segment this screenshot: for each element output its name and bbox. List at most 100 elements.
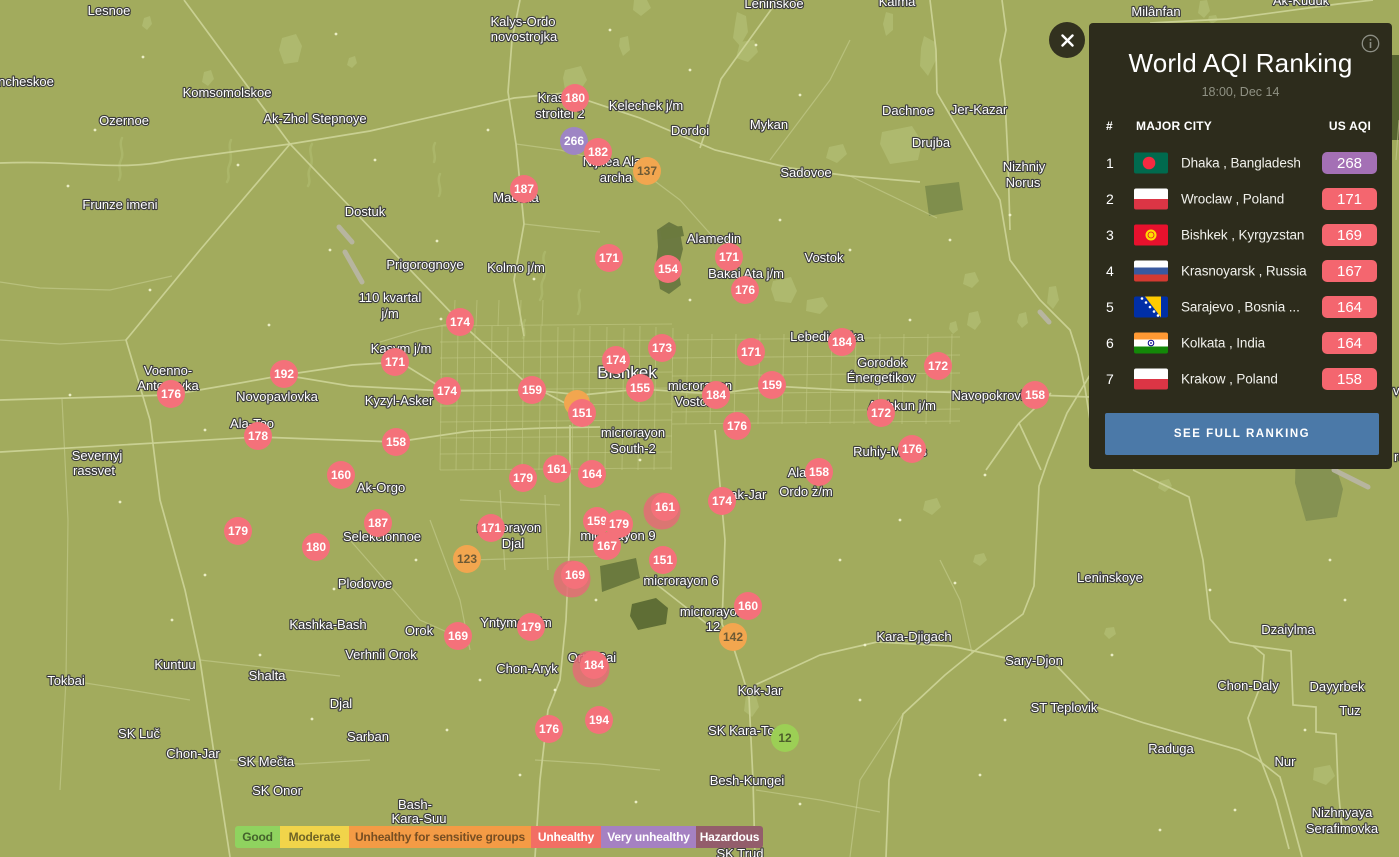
svg-text:ncheskoe: ncheskoe <box>0 74 54 89</box>
svg-text:159: 159 <box>762 378 782 392</box>
svg-text:Sary-Djon: Sary-Djon <box>1005 653 1063 668</box>
svg-text:Leninskoe: Leninskoe <box>744 0 803 11</box>
svg-text:179: 179 <box>228 524 248 538</box>
svg-text:rassvet: rassvet <box>73 463 115 478</box>
svg-text:Kashka-Bash: Kashka-Bash <box>289 617 366 632</box>
svg-text:184: 184 <box>584 658 604 672</box>
svg-text:174: 174 <box>606 353 626 367</box>
svg-text:158: 158 <box>1025 388 1045 402</box>
svg-text:176: 176 <box>161 387 181 401</box>
svg-text:171: 171 <box>385 355 405 369</box>
svg-text:176: 176 <box>539 722 559 736</box>
svg-text:Prigorognoye: Prigorognoye <box>386 257 463 272</box>
svg-text:151: 151 <box>653 553 673 567</box>
svg-text:160: 160 <box>331 468 351 482</box>
svg-text:SK Onor: SK Onor <box>252 783 303 798</box>
svg-text:180: 180 <box>306 540 326 554</box>
svg-text:Kolmo j/m: Kolmo j/m <box>487 260 545 275</box>
svg-text:151: 151 <box>572 406 592 420</box>
svg-text:ve: ve <box>1393 383 1399 398</box>
svg-text:Kyzyl-Asker: Kyzyl-Asker <box>365 393 434 408</box>
svg-text:184: 184 <box>832 335 852 349</box>
svg-text:Kuntuu: Kuntuu <box>154 657 195 672</box>
svg-text:Sarban: Sarban <box>347 729 389 744</box>
svg-text:173: 173 <box>652 341 672 355</box>
svg-text:123: 123 <box>457 552 477 566</box>
svg-text:Nur: Nur <box>1275 754 1297 769</box>
svg-text:Chon-Daly: Chon-Daly <box>1217 678 1279 693</box>
svg-text:178: 178 <box>248 429 268 443</box>
svg-text:Dzaiylma: Dzaiylma <box>1261 622 1315 637</box>
svg-text:Severnyj: Severnyj <box>72 448 123 463</box>
svg-text:Verhnii Orok: Verhnii Orok <box>345 647 417 662</box>
svg-text:Voenno-: Voenno- <box>144 363 192 378</box>
svg-text:142: 142 <box>723 630 743 644</box>
svg-text:192: 192 <box>274 367 294 381</box>
svg-text:176: 176 <box>727 419 747 433</box>
svg-text:Ak-Zhol Stepnoye: Ak-Zhol Stepnoye <box>263 111 366 126</box>
svg-text:171: 171 <box>741 345 761 359</box>
svg-text:j/m: j/m <box>380 306 398 321</box>
svg-text:Dostuk: Dostuk <box>345 204 386 219</box>
svg-text:Kelechek j/m: Kelechek j/m <box>609 98 683 113</box>
svg-text:Nizhniy: Nizhniy <box>1003 159 1046 174</box>
svg-text:182: 182 <box>588 145 608 159</box>
svg-text:159: 159 <box>522 383 542 397</box>
svg-text:Kalma: Kalma <box>879 0 917 9</box>
svg-text:12: 12 <box>778 731 792 745</box>
svg-text:Shalta: Shalta <box>249 668 287 683</box>
svg-text:Kok-Jar: Kok-Jar <box>738 683 783 698</box>
svg-text:158: 158 <box>386 435 406 449</box>
svg-text:169: 169 <box>565 568 585 582</box>
svg-text:174: 174 <box>712 494 732 508</box>
svg-text:Milânfan: Milânfan <box>1131 4 1180 19</box>
svg-text:174: 174 <box>437 384 457 398</box>
svg-text:137: 137 <box>637 164 657 178</box>
svg-text:154: 154 <box>658 262 678 276</box>
svg-text:164: 164 <box>582 467 602 481</box>
svg-text:Ordo ż/m: Ordo ż/m <box>779 484 832 499</box>
svg-text:Besh-Kungei: Besh-Kungei <box>710 773 785 788</box>
svg-text:159: 159 <box>587 514 607 528</box>
svg-text:158: 158 <box>809 465 829 479</box>
svg-text:Norus: Norus <box>1006 175 1041 190</box>
svg-text:Orok: Orok <box>405 623 434 638</box>
svg-text:180: 180 <box>565 91 585 105</box>
svg-text:Jer-Kazar: Jer-Kazar <box>951 102 1008 117</box>
svg-text:161: 161 <box>547 462 567 476</box>
svg-text:169: 169 <box>448 629 468 643</box>
svg-text:Dordoi: Dordoi <box>671 123 709 138</box>
svg-text:microrayon: microrayon <box>601 425 665 440</box>
svg-text:Djal: Djal <box>330 696 353 711</box>
svg-text:179: 179 <box>513 471 533 485</box>
svg-text:Serafimovka: Serafimovka <box>1306 821 1379 836</box>
svg-text:Kara-Djigach: Kara-Djigach <box>876 629 951 644</box>
svg-text:Nizhnyaya: Nizhnyaya <box>1312 805 1373 820</box>
svg-text:Ala: Ala <box>788 465 808 480</box>
svg-text:Ak-Orgo: Ak-Orgo <box>357 480 405 495</box>
svg-text:novostrojka: novostrojka <box>491 29 558 44</box>
svg-text:172: 172 <box>871 406 891 420</box>
svg-text:Dayyrbek: Dayyrbek <box>1310 679 1365 694</box>
svg-text:Frunze imeni: Frunze imeni <box>82 197 157 212</box>
svg-text:SK Luč: SK Luč <box>118 726 160 741</box>
svg-text:Komsomolskoe: Komsomolskoe <box>183 85 272 100</box>
svg-text:155: 155 <box>630 381 650 395</box>
svg-text:184: 184 <box>706 388 726 402</box>
svg-text:ST Teplovik: ST Teplovik <box>1031 700 1098 715</box>
svg-text:Mykan: Mykan <box>750 117 788 132</box>
svg-text:Djal: Djal <box>502 536 525 551</box>
svg-text:Sadovoe: Sadovoe <box>780 165 831 180</box>
svg-text:Raduga: Raduga <box>1148 741 1194 756</box>
svg-text:Plodovoe: Plodovoe <box>338 576 392 591</box>
svg-text:Ak-Kuduk: Ak-Kuduk <box>1273 0 1330 8</box>
svg-text:171: 171 <box>599 251 619 265</box>
svg-text:Tokbai: Tokbai <box>47 673 85 688</box>
svg-text:Bash-: Bash- <box>398 797 432 812</box>
svg-text:Dachnoe: Dachnoe <box>882 103 934 118</box>
svg-text:Leninskoye: Leninskoye <box>1077 570 1143 585</box>
svg-text:179: 179 <box>521 620 541 634</box>
svg-text:ra: ra <box>1394 449 1399 464</box>
svg-text:194: 194 <box>589 713 609 727</box>
svg-text:SK Kara-Too: SK Kara-Too <box>708 723 782 738</box>
